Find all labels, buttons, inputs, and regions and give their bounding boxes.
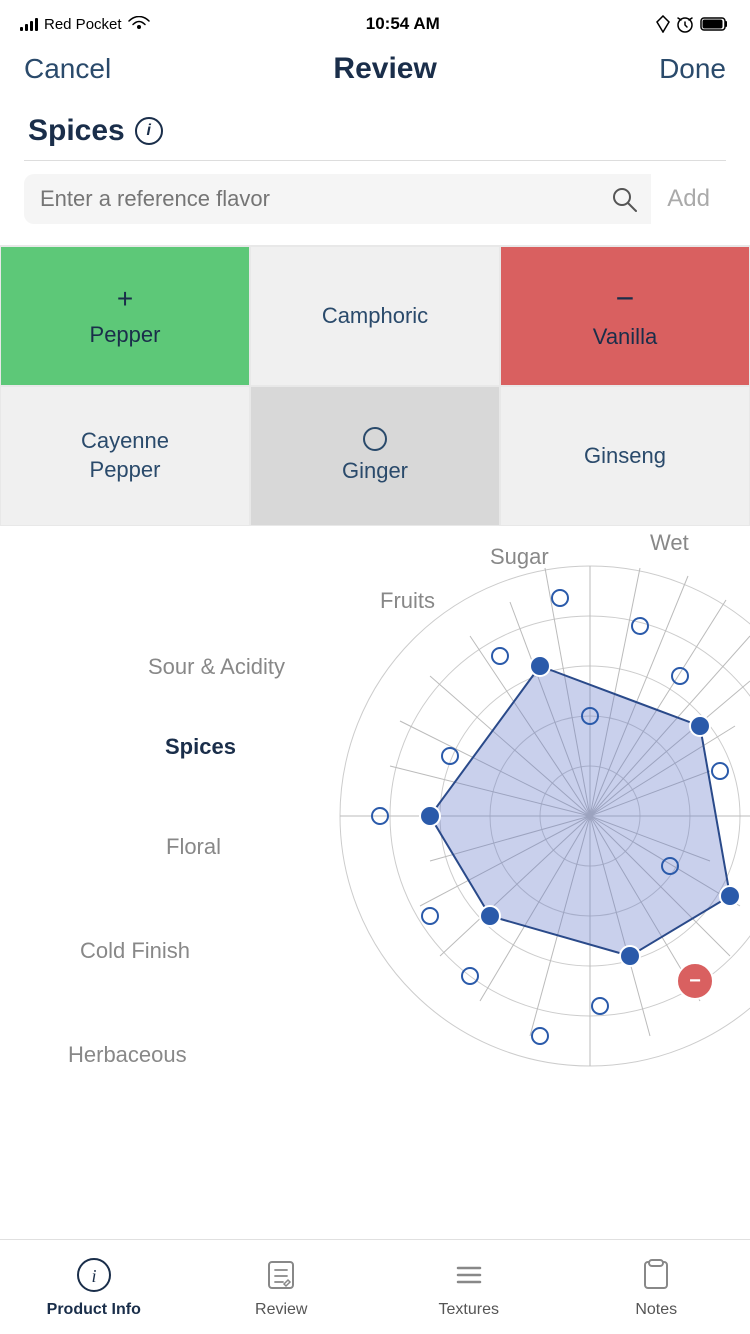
tab-review-label: Review bbox=[255, 1301, 307, 1319]
add-button[interactable]: Add bbox=[651, 173, 726, 225]
flavor-label: Ginseng bbox=[584, 442, 666, 471]
flavor-cell-cayenne[interactable]: CayennePepper bbox=[0, 386, 250, 526]
done-button[interactable]: Done bbox=[659, 53, 726, 85]
flavor-cell-camphoric[interactable]: Camphoric bbox=[250, 246, 500, 386]
tab-product-info-label: Product Info bbox=[47, 1301, 141, 1319]
nav-bar: Cancel Review Done bbox=[0, 44, 750, 98]
flavor-grid: + Pepper Camphoric − Vanilla CayennePepp… bbox=[0, 245, 750, 526]
tab-notes-label: Notes bbox=[635, 1301, 677, 1319]
battery-icon bbox=[700, 16, 730, 32]
tab-product-info[interactable]: i Product Info bbox=[0, 1255, 188, 1319]
tab-review[interactable]: Review bbox=[188, 1255, 376, 1319]
cancel-button[interactable]: Cancel bbox=[24, 53, 111, 85]
flavor-label: Camphoric bbox=[322, 302, 428, 331]
tab-bar: i Product Info Review Textures bbox=[0, 1239, 750, 1334]
product-info-icon: i bbox=[74, 1255, 114, 1295]
section-title: Spices bbox=[28, 114, 125, 148]
tab-textures[interactable]: Textures bbox=[375, 1255, 563, 1319]
search-button[interactable] bbox=[597, 174, 651, 224]
info-icon-button[interactable]: i bbox=[135, 117, 163, 145]
radar-label-cold-finish: Cold Finish bbox=[80, 938, 190, 964]
flavor-cell-pepper[interactable]: + Pepper bbox=[0, 246, 250, 386]
review-icon bbox=[261, 1255, 301, 1295]
clock: 10:54 AM bbox=[366, 14, 440, 34]
radar-label-sugar: Sugar bbox=[490, 544, 549, 570]
section-title-row: Spices i bbox=[0, 98, 750, 160]
search-row: Add bbox=[0, 161, 750, 237]
flavor-cell-ginseng[interactable]: Ginseng bbox=[500, 386, 750, 526]
flavor-negative-icon: − bbox=[616, 280, 635, 317]
flavor-cell-vanilla[interactable]: − Vanilla bbox=[500, 246, 750, 386]
search-icon bbox=[611, 186, 637, 212]
radar-chart: − Sugar Wet Fruits Sour & Acidity Spices… bbox=[0, 526, 750, 1086]
flavor-circle-icon bbox=[363, 427, 387, 451]
radar-label-spices: Spices bbox=[165, 734, 236, 760]
status-bar: Red Pocket 10:54 AM bbox=[0, 0, 750, 44]
flavor-label: CayennePepper bbox=[81, 427, 169, 484]
flavor-label: Ginger bbox=[342, 457, 408, 486]
wifi-icon bbox=[128, 16, 150, 32]
search-input[interactable] bbox=[40, 186, 581, 212]
flavor-cell-ginger[interactable]: Ginger bbox=[250, 386, 500, 526]
tab-notes[interactable]: Notes bbox=[563, 1255, 750, 1319]
radar-label-fruits: Fruits bbox=[380, 588, 435, 614]
radar-label-wet: Wet bbox=[650, 530, 689, 556]
radar-labels: Sugar Wet Fruits Sour & Acidity Spices F… bbox=[0, 526, 750, 1086]
flavor-label: Vanilla bbox=[593, 323, 657, 352]
alarm-icon bbox=[676, 15, 694, 33]
status-icons bbox=[656, 15, 730, 33]
location-icon bbox=[656, 15, 670, 33]
tab-textures-label: Textures bbox=[439, 1301, 499, 1319]
flavor-label: Pepper bbox=[90, 321, 161, 350]
carrier-name: Red Pocket bbox=[44, 16, 122, 33]
radar-label-herbaceous: Herbaceous bbox=[68, 1042, 187, 1068]
radar-label-floral: Floral bbox=[166, 834, 221, 860]
flavor-positive-icon: + bbox=[117, 283, 133, 315]
search-input-wrap bbox=[24, 174, 597, 224]
nav-title: Review bbox=[333, 52, 436, 86]
textures-icon bbox=[449, 1255, 489, 1295]
svg-text:i: i bbox=[91, 1266, 96, 1286]
notes-icon bbox=[636, 1255, 676, 1295]
radar-label-sour: Sour & Acidity bbox=[148, 654, 285, 680]
signal-icon bbox=[20, 17, 38, 31]
carrier-info: Red Pocket bbox=[20, 16, 150, 33]
